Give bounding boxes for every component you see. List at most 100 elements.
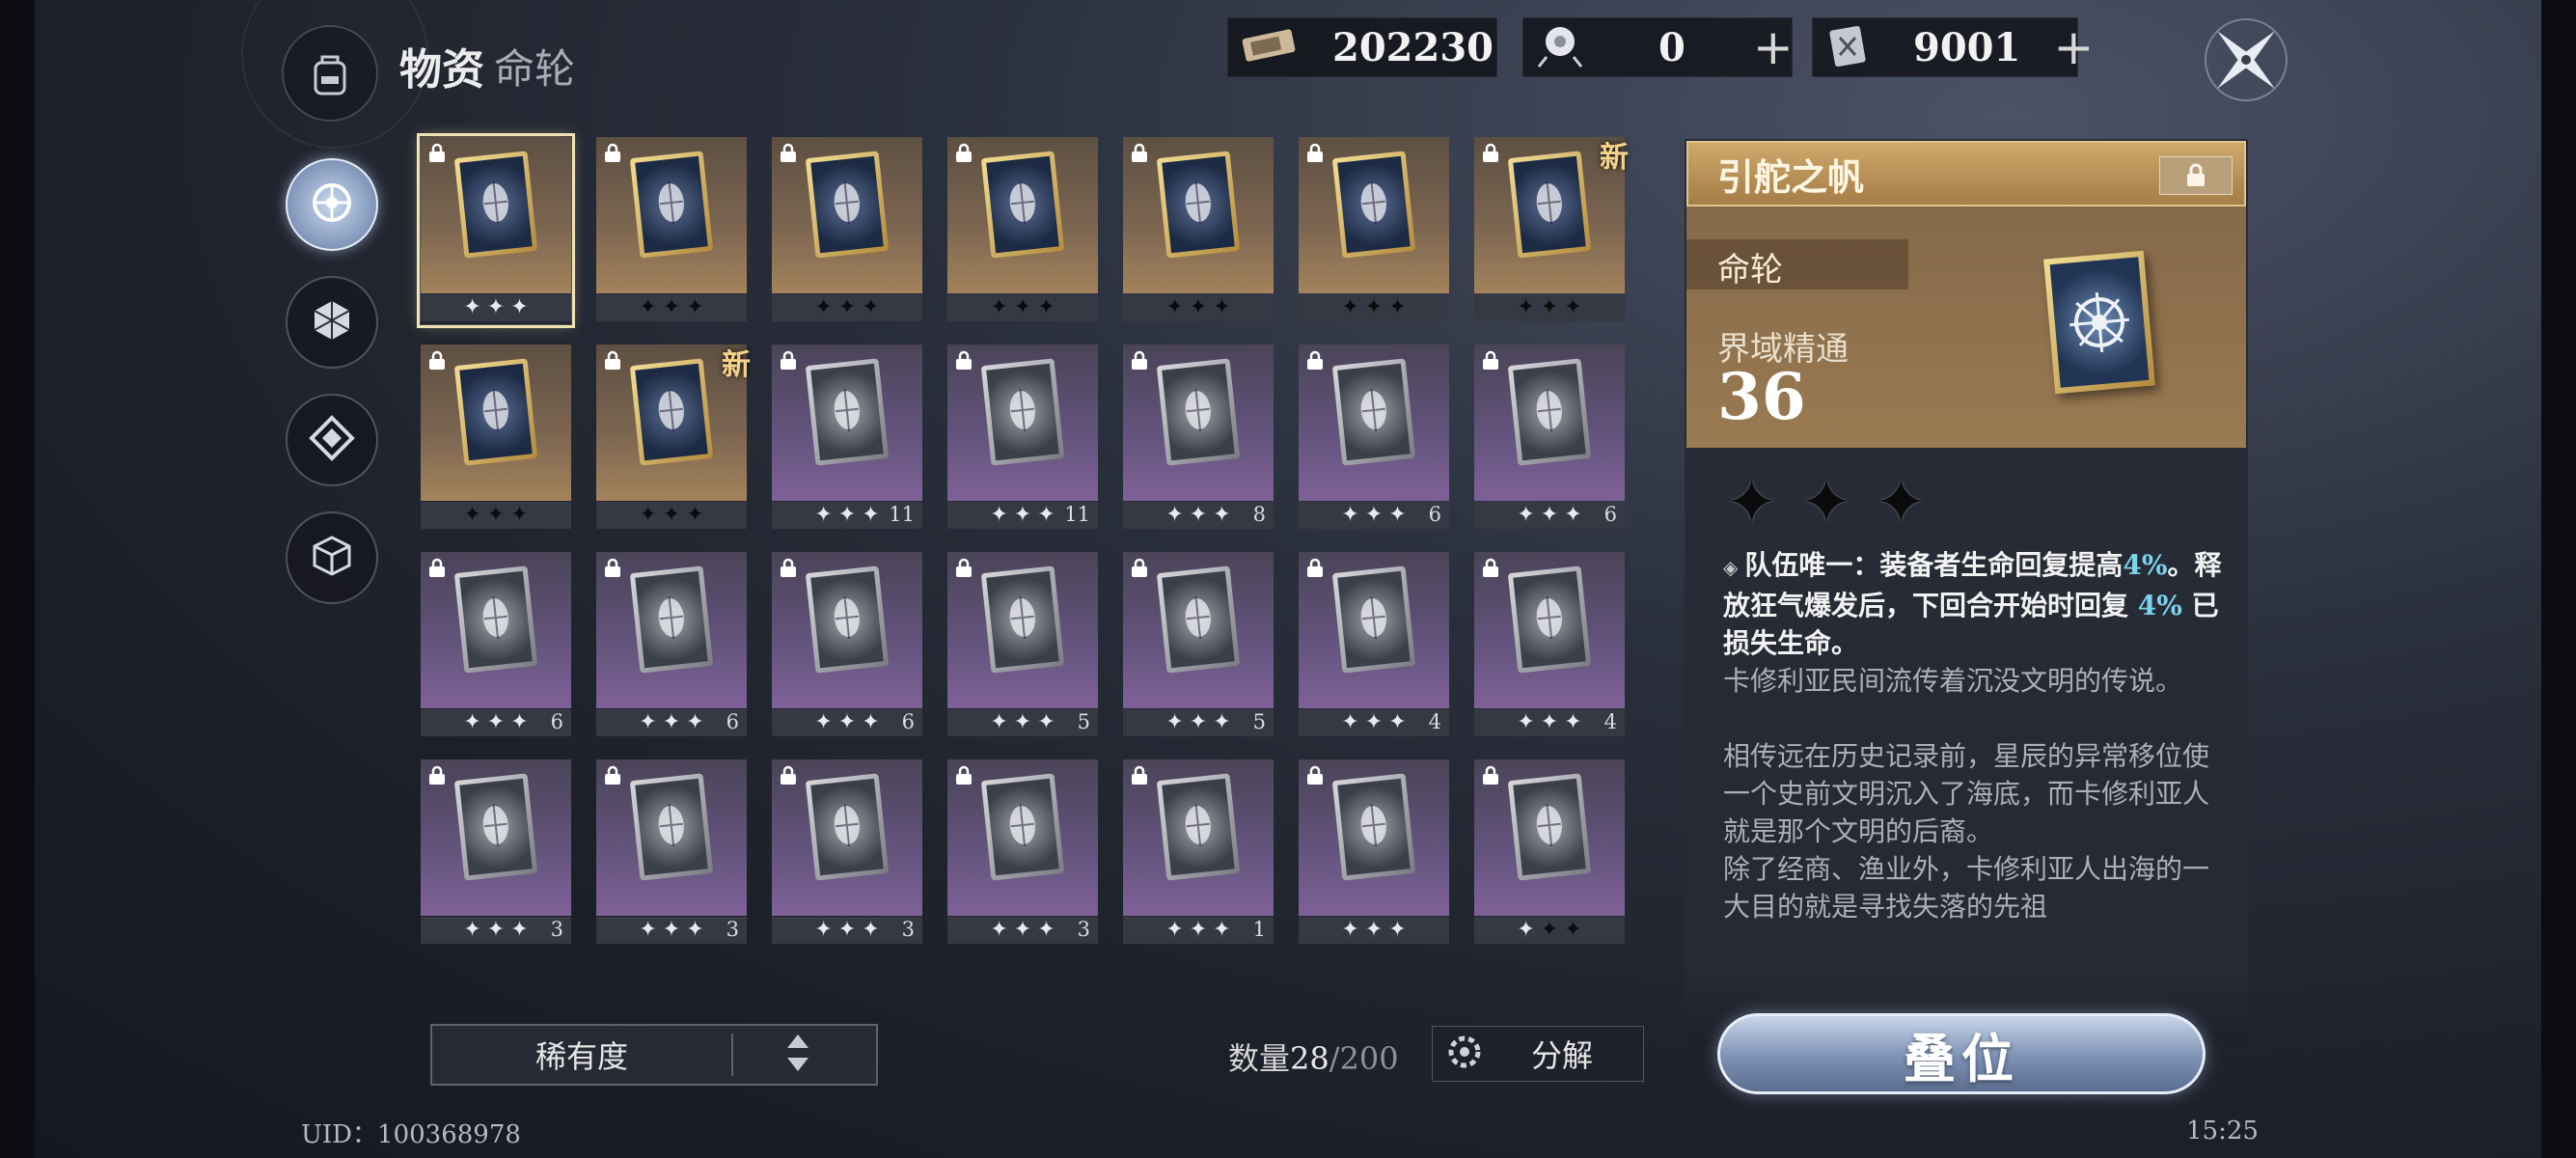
count-label: 数量 bbox=[1228, 1040, 1291, 1077]
item-card[interactable]: ✦ ✦ ✦ 6 bbox=[1299, 345, 1449, 532]
item-card[interactable]: ✦ ✦ ✦ 4 bbox=[1299, 552, 1449, 739]
star-empty-icon: ✦ bbox=[1517, 918, 1535, 942]
nav-diamond-tab[interactable] bbox=[286, 394, 378, 486]
backpack-icon[interactable] bbox=[282, 25, 378, 122]
item-card[interactable]: ✦ ✦ ✦ 6 bbox=[421, 552, 571, 739]
star-filled-icon: ✦ bbox=[1540, 295, 1559, 319]
stack-button[interactable]: 叠位 bbox=[1717, 1013, 2206, 1094]
item-card[interactable]: ✦ ✦ ✦ 6 bbox=[1474, 345, 1625, 532]
wheel-icon bbox=[2069, 291, 2130, 353]
add-orb-button[interactable]: + bbox=[1753, 23, 1794, 71]
star-empty-icon: ✦ bbox=[990, 503, 1008, 527]
item-card[interactable]: ✦ ✦ ✦ 1 bbox=[1123, 759, 1274, 947]
card-stars: ✦ ✦ ✦ bbox=[421, 502, 571, 529]
item-card[interactable]: ✦ ✦ ✦ 3 bbox=[772, 759, 922, 947]
item-card[interactable]: ✦ ✦ ✦ bbox=[1299, 759, 1449, 947]
star-empty-icon: ✦ bbox=[1013, 918, 1032, 942]
item-card[interactable]: ✦ ✦ ✦ bbox=[772, 137, 922, 324]
item-card[interactable]: ✦ ✦ ✦ 新 bbox=[1474, 137, 1629, 324]
shell-icon bbox=[647, 794, 696, 860]
orb-value: 0 bbox=[1658, 24, 1685, 70]
star-empty-icon: ✦ bbox=[814, 710, 833, 734]
nav-cube-tab[interactable] bbox=[286, 511, 378, 604]
star-empty-icon: ✦ bbox=[1037, 503, 1055, 527]
card-stars: ✦ ✦ ✦ bbox=[1123, 294, 1274, 321]
star-empty-icon: ✦ bbox=[463, 295, 481, 319]
star-filled-icon: ✦ bbox=[1517, 295, 1535, 319]
hexagon-icon bbox=[308, 296, 356, 348]
star-empty-icon: ✦ bbox=[1189, 710, 1208, 734]
count-current: 28 bbox=[1290, 1040, 1329, 1077]
card-art-frame bbox=[453, 773, 538, 881]
item-card[interactable]: ✦ ✦ ✦ bbox=[596, 137, 747, 324]
add-crystal-button[interactable]: + bbox=[2053, 23, 2094, 71]
wheel-icon bbox=[308, 179, 356, 231]
card-stars: ✦ ✦ ✦ bbox=[1123, 917, 1274, 944]
item-count: 数量28/200 bbox=[1228, 1034, 1399, 1079]
nav-hexagon-tab[interactable] bbox=[286, 276, 378, 369]
branch-icon bbox=[999, 794, 1047, 860]
card-level: 6 bbox=[726, 710, 739, 733]
nav-wheel-tab[interactable] bbox=[286, 158, 378, 251]
card-level: 3 bbox=[550, 918, 563, 941]
star-empty-icon: ✦ bbox=[862, 710, 880, 734]
detail-type: 命轮 bbox=[1717, 251, 1783, 290]
star-filled-icon: ✦ bbox=[662, 295, 681, 319]
item-card[interactable]: ✦ ✦ ✦ 新 bbox=[596, 345, 751, 532]
clock-text: 15:25 bbox=[2186, 1117, 2259, 1145]
lock-icon bbox=[602, 350, 623, 375]
star-empty-icon: ✦ bbox=[1013, 503, 1032, 527]
card-art-frame bbox=[629, 358, 714, 466]
lock-icon bbox=[426, 350, 448, 375]
item-card[interactable]: ✦ ✦ ✦ 11 bbox=[947, 345, 1098, 532]
item-card[interactable]: ✦ ✦ ✦ 11 bbox=[772, 345, 922, 532]
star-filled-icon: ✦ bbox=[814, 295, 833, 319]
coin-icon bbox=[1525, 794, 1574, 860]
item-card[interactable]: ✦ ✦ ✦ 5 bbox=[1123, 552, 1274, 739]
item-card[interactable]: ✦ ✦ ✦ 3 bbox=[596, 759, 747, 947]
star-empty-icon: ✦ bbox=[662, 710, 681, 734]
item-card[interactable]: ✦ ✦ ✦ 5 bbox=[947, 552, 1098, 739]
lock-toggle-button[interactable] bbox=[2159, 156, 2233, 195]
item-card[interactable]: ✦ ✦ ✦ 6 bbox=[772, 552, 922, 739]
lock-icon bbox=[426, 765, 448, 790]
sword-icon bbox=[999, 172, 1047, 237]
card-stars: ✦ ✦ ✦ bbox=[421, 294, 571, 321]
item-card[interactable]: ✦ ✦ ✦ bbox=[1299, 137, 1449, 324]
star-empty-icon: ✦ bbox=[486, 295, 506, 319]
item-card[interactable]: ✦ ✦ ✦ 6 bbox=[596, 552, 747, 739]
star-empty-icon: ✦ bbox=[1540, 503, 1559, 527]
star-filled-icon: ✦ bbox=[486, 503, 506, 527]
item-card[interactable]: ✦ ✦ ✦ bbox=[417, 133, 575, 328]
item-card[interactable]: ✦ ✦ ✦ bbox=[947, 137, 1098, 324]
ticket-icon bbox=[1240, 26, 1298, 69]
card-stars: ✦ ✦ ✦ bbox=[1474, 294, 1625, 321]
card-stars: ✦ ✦ ✦ bbox=[596, 709, 747, 736]
sort-dropdown[interactable]: 稀有度 bbox=[430, 1024, 878, 1086]
item-card[interactable]: ✦ ✦ ✦ bbox=[1474, 759, 1625, 947]
shards-icon bbox=[999, 379, 1047, 445]
card-stars: ✦ ✦ ✦ bbox=[421, 917, 571, 944]
key-icon bbox=[647, 587, 696, 652]
item-card[interactable]: ✦ ✦ ✦ 4 bbox=[1474, 552, 1625, 739]
item-card[interactable]: ✦ ✦ ✦ 3 bbox=[421, 759, 571, 947]
beast-icon bbox=[472, 379, 520, 445]
sort-arrows-icon[interactable] bbox=[785, 1033, 810, 1077]
decompose-button[interactable]: 分解 bbox=[1432, 1026, 1644, 1082]
item-card[interactable]: ✦ ✦ ✦ 3 bbox=[947, 759, 1098, 947]
card-level: 5 bbox=[1077, 710, 1090, 733]
item-card[interactable]: ✦ ✦ ✦ bbox=[421, 345, 571, 532]
card-art-frame bbox=[1507, 565, 1592, 674]
compass-icon[interactable] bbox=[2200, 14, 2292, 106]
star-filled-icon: ✦ bbox=[1564, 295, 1582, 319]
item-card[interactable]: ✦ ✦ ✦ 8 bbox=[1123, 345, 1274, 532]
card-art-frame bbox=[1507, 151, 1592, 259]
star-empty-icon: ✦ bbox=[1364, 710, 1384, 734]
decompose-label: 分解 bbox=[1531, 1037, 1594, 1074]
detail-type-band: 命轮 bbox=[1686, 239, 1908, 290]
card-stars: ✦ ✦ ✦ bbox=[596, 917, 747, 944]
star-filled-icon: ✦ bbox=[1165, 295, 1184, 319]
card-stars: ✦ ✦ ✦ bbox=[1299, 709, 1449, 736]
item-card[interactable]: ✦ ✦ ✦ bbox=[1123, 137, 1274, 324]
star-empty-icon: ✦ bbox=[862, 918, 880, 942]
